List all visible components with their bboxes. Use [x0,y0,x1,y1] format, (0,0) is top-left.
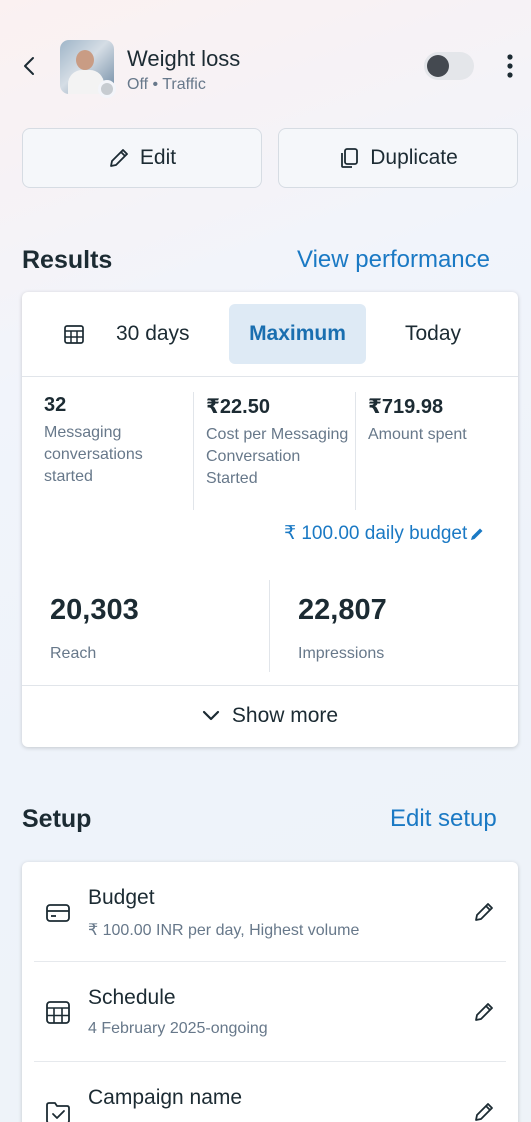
campaign-subtitle: Off • Traffic [127,76,206,93]
duplicate-icon [341,148,359,168]
metric-value: 20,303 [50,594,139,626]
view-performance-link[interactable]: View performance [297,246,490,274]
calendar-icon[interactable] [62,322,86,346]
edit-button[interactable]: Edit [22,128,262,188]
folder-check-icon [46,1102,70,1122]
more-options-icon[interactable] [500,50,520,82]
metric-label: Amount spent [368,426,467,443]
campaign-header: Weight loss Off • Traffic [0,36,531,100]
metric-conversations: 32 Messaging conversations started [44,394,194,488]
setup-item-name: Schedule [88,986,176,1009]
duplicate-button[interactable]: Duplicate [278,128,518,188]
setup-item-name: Campaign name [88,1086,243,1109]
metric-value: ₹719.98 [368,396,444,418]
toggle-knob [427,55,449,77]
metric-label: Reach [50,645,97,662]
setup-card: Budget ₹ 100.00 INR per day, Highest vol… [22,862,518,1122]
credit-card-icon [46,904,70,922]
edit-pencil-icon[interactable] [473,1101,495,1122]
setup-heading: Setup [22,805,92,833]
metric-reach: 20,303 Reach [50,594,250,663]
setup-item-schedule[interactable]: Schedule 4 February 2025-ongoing [22,962,518,1062]
divider [355,392,356,510]
metric-value: ₹22.50 [206,396,270,418]
setup-item-desc: ₹ 100.00 INR per day, Highest volume [88,922,360,939]
edit-pencil-icon[interactable] [473,1001,495,1023]
setup-item-desc: 4 February 2025-ongoing [88,1020,268,1037]
daily-budget-label: ₹ 100.00 daily budget [284,523,468,544]
edit-setup-link[interactable]: Edit setup [390,805,497,833]
chevron-down-icon [202,710,219,721]
setup-item-campaign-name[interactable]: Campaign name [22,1062,518,1122]
metric-label: Messaging conversations started [44,424,143,485]
setup-item-name: Budget [88,886,155,909]
results-heading: Results [22,246,113,274]
edit-pencil-icon[interactable] [473,901,495,923]
duplicate-button-label: Duplicate [370,146,458,169]
metric-cost-per-conversation: ₹22.50 Cost per Messaging Conversation S… [206,394,354,490]
divider [269,580,270,672]
range-30-days[interactable]: 30 days [116,322,190,346]
pencil-icon [471,528,483,540]
back-arrow-icon[interactable] [18,52,42,80]
divider [22,376,518,377]
show-more-button[interactable]: Show more [22,686,518,746]
date-range-tabs: 30 days Maximum Today [22,304,518,364]
status-dot [98,80,116,98]
pencil-icon [110,149,128,167]
results-card: 30 days Maximum Today 32 Messaging conve… [22,292,518,747]
metric-label: Impressions [298,645,385,662]
range-today[interactable]: Today [405,322,461,346]
campaign-toggle[interactable] [424,52,474,80]
divider [193,392,194,510]
metric-value: 22,807 [298,594,387,626]
daily-budget-link[interactable]: ₹ 100.00 daily budget [284,522,485,545]
metric-amount-spent: ₹719.98 Amount spent [368,394,513,446]
show-more-label: Show more [231,704,339,727]
metric-label: Cost per Messaging Conversation Started [206,426,349,487]
campaign-title: Weight loss [127,46,241,71]
calendar-icon [46,1001,70,1024]
metric-value: 32 [44,394,67,416]
edit-button-label: Edit [139,146,177,169]
setup-item-budget[interactable]: Budget ₹ 100.00 INR per day, Highest vol… [22,862,518,962]
metric-impressions: 22,807 Impressions [298,594,498,663]
range-maximum[interactable]: Maximum [229,304,366,364]
